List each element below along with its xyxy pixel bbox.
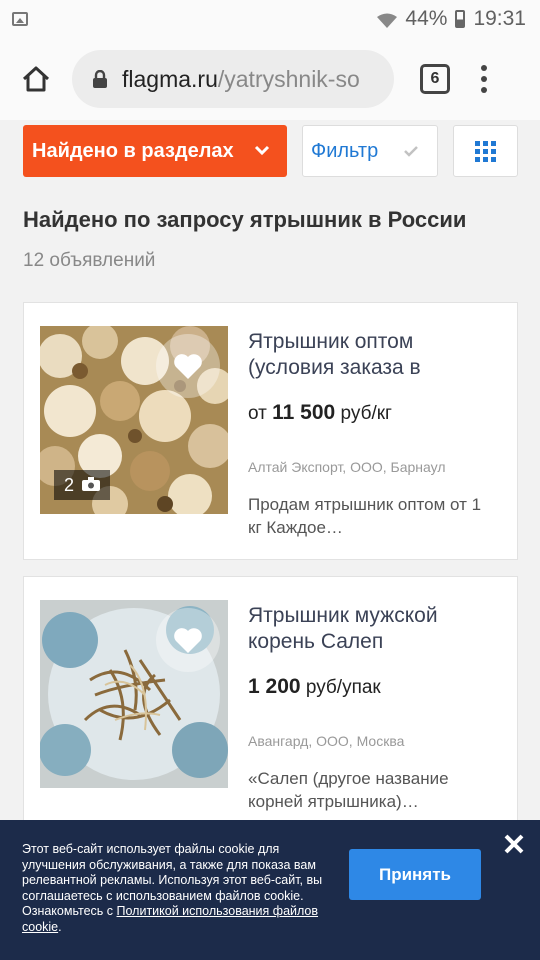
price-unit: руб/кг [340,403,392,424]
browser-toolbar: flagma.ru/yatryshnik-so 6 [0,38,540,120]
url-bar[interactable]: flagma.ru/yatryshnik-so [72,50,394,108]
listing-photo[interactable]: 2 [40,326,228,514]
listing-title[interactable]: Ятрышник мужской корень Салеп [248,603,496,655]
battery-percent: 44% [405,7,448,30]
favorite-heart-icon[interactable] [156,608,220,672]
image-notification-icon [12,12,28,26]
chevron-down-icon [251,139,273,167]
lock-icon [92,69,108,88]
listing-title[interactable]: Ятрышник оптом (условия заказа в [248,329,496,381]
url-text: flagma.ru/yatryshnik-so [122,66,360,93]
favorite-heart-icon[interactable] [156,334,220,398]
results-count: 12 объявлений [23,250,156,271]
price-value: 11 500 [272,401,336,424]
grid-icon [475,140,496,162]
photo-count-badge: 2 [54,470,111,500]
listing-description: «Салеп (другое название корней ятрышника… [248,769,449,811]
battery-icon [455,10,466,28]
close-icon[interactable] [502,832,526,856]
cookie-text: Этот веб-сайт использует файлы cookie дл… [22,842,334,935]
overflow-menu-icon[interactable] [480,65,488,93]
status-right: 44% 19:31 [377,7,526,31]
price-prefix: от [248,403,267,424]
found-in-sections-button[interactable]: Найдено в разделах [23,125,287,177]
wifi-icon [377,11,398,28]
listing-price: 1 200 руб/упак [248,675,381,699]
photo-count: 2 [64,474,75,495]
accept-cookies-button[interactable]: Принять [349,849,481,900]
cookie-banner: Этот веб-сайт использует файлы cookie дл… [0,820,540,960]
listing-description: Продам ятрышник оптом от 1 кг Каждое… [248,495,482,537]
tab-switcher-button[interactable]: 6 [420,64,450,94]
check-icon [403,142,419,163]
url-domain: flagma.ru [122,65,218,92]
filter-button[interactable]: Фильтр [302,125,438,177]
clock: 19:31 [473,7,526,30]
camera-icon [82,475,101,496]
grid-view-button[interactable] [453,125,518,177]
listing-seller[interactable]: Алтай Экспорт, ООО, Барнаул [248,459,446,475]
status-bar: 44% 19:31 [0,0,540,38]
listing-card[interactable]: Ятрышник мужской корень Салеп 1 200 руб/… [23,576,518,834]
price-unit: руб/упак [305,677,381,698]
found-in-sections-label: Найдено в разделах [32,139,234,162]
filter-label: Фильтр [311,139,379,162]
url-path: /yatryshnik-so [217,65,360,92]
cookie-text-end: . [58,919,62,934]
results-toolbar: Найдено в разделах Фильтр [0,120,540,180]
listing-photo[interactable] [40,600,228,788]
price-value: 1 200 [248,675,301,698]
home-icon[interactable] [12,55,60,103]
page-title: Найдено по запросу ятрышник в России [23,207,467,232]
listing-price: от 11 500 руб/кг [248,401,392,425]
listing-card[interactable]: 2 Ятрышник оптом (условия заказа в от 11… [23,302,518,560]
listing-seller[interactable]: Авангард, ООО, Москва [248,733,404,749]
